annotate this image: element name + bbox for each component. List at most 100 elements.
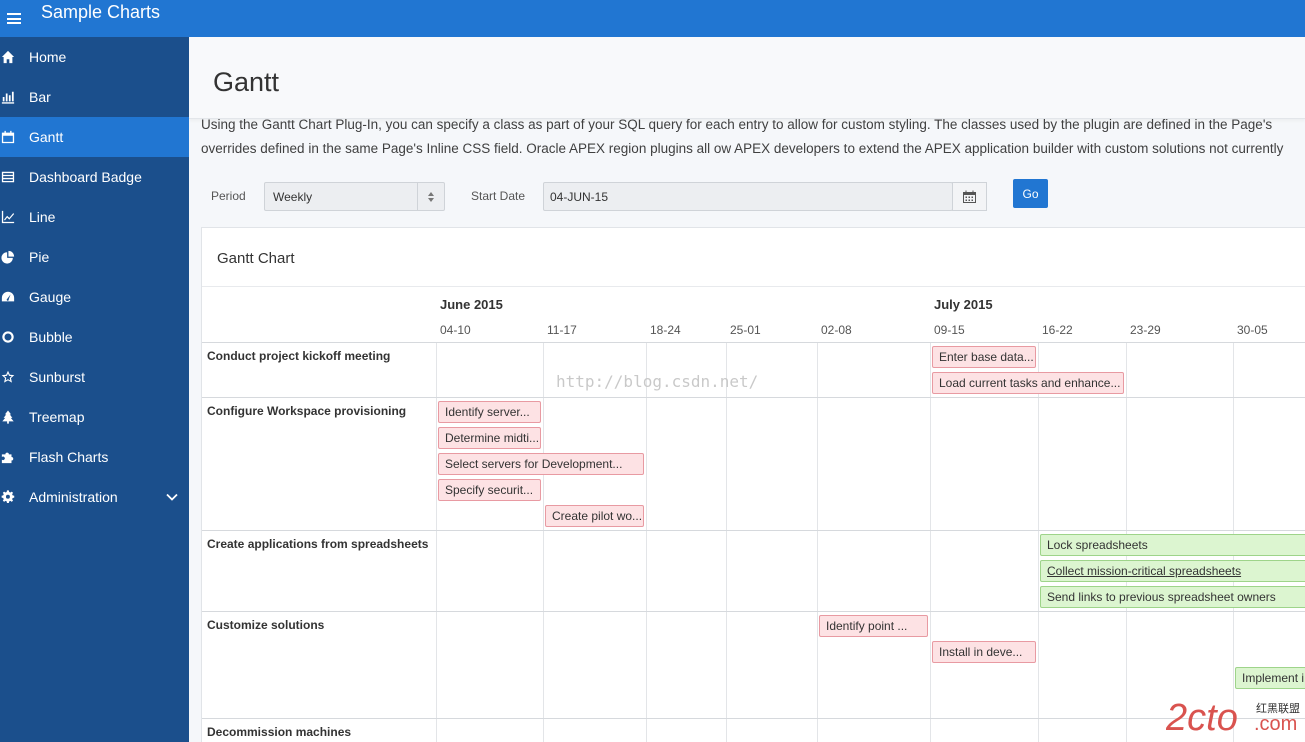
month-header: June 2015: [440, 297, 503, 312]
description-line: overrides defined in the same Page's Inl…: [201, 141, 1284, 156]
gantt-chart: June 2015 July 2015 04-10 11-17 18-24 25…: [202, 287, 1305, 742]
page-description: Using the Gantt Chart Plug-In, you can s…: [201, 113, 1305, 161]
gauge-icon: [0, 289, 16, 305]
row-separator: [202, 611, 1305, 612]
grid-line: [930, 342, 931, 742]
week-header: 11-17: [547, 323, 577, 337]
start-date-input[interactable]: 04-JUN-15: [543, 182, 953, 211]
sidebar-item-bar[interactable]: Bar: [0, 77, 189, 117]
app-title[interactable]: Sample Charts: [41, 2, 160, 23]
home-icon: [0, 49, 16, 65]
chevron-down-icon[interactable]: [165, 490, 179, 504]
sidebar-item-sunburst[interactable]: Sunburst: [0, 357, 189, 397]
week-header: 16-22: [1042, 323, 1073, 337]
sidebar-item-label: Dashboard Badge: [29, 169, 142, 185]
sidebar-item-label: Sunburst: [29, 369, 86, 385]
task-bar[interactable]: Select servers for Development...: [438, 453, 644, 475]
sidebar-item-label: Gantt: [29, 129, 64, 145]
row-separator: [202, 718, 1305, 719]
row-label: Configure Workspace provisioning: [207, 404, 407, 418]
sidebar-item-label: Treemap: [29, 409, 85, 425]
task-bar[interactable]: Identify server...: [438, 401, 541, 423]
row-label: Conduct project kickoff meeting: [207, 349, 391, 363]
week-header: 30-05: [1237, 323, 1268, 337]
sidebar-item-bubble[interactable]: Bubble: [0, 317, 189, 357]
week-header: 09-15: [934, 323, 965, 337]
sidebar-item-gauge[interactable]: Gauge: [0, 277, 189, 317]
row-separator: [202, 342, 1305, 343]
tree-icon: [0, 409, 16, 425]
go-button[interactable]: Go: [1013, 179, 1048, 208]
week-header: 25-01: [730, 323, 761, 337]
sidebar-item-gantt[interactable]: Gantt: [0, 117, 189, 157]
task-bar[interactable]: Install in deve...: [932, 641, 1036, 663]
start-date-label: Start Date: [471, 189, 526, 203]
period-value: Weekly: [273, 190, 313, 204]
region-title: Gantt Chart: [217, 250, 295, 267]
task-bar[interactable]: Identify point ...: [819, 615, 928, 637]
sidebar-item-label: Pie: [29, 249, 50, 265]
filter-bar: Period Weekly Start Date 04-JUN-15 Go: [189, 179, 1305, 213]
task-bar[interactable]: Collect mission-critical spreadsheets: [1040, 560, 1305, 582]
calendar-icon: [0, 129, 16, 145]
sidebar-item-dashboard-badge[interactable]: Dashboard Badge: [0, 157, 189, 197]
sidebar-item-pie[interactable]: Pie: [0, 237, 189, 277]
logo-suffix: .com: [1254, 713, 1297, 735]
page-title: Gantt: [213, 67, 280, 97]
sidebar-item-label: Home: [29, 49, 67, 65]
task-bar[interactable]: Load current tasks and enhance...: [932, 372, 1124, 394]
sidebar-item-administration[interactable]: Administration: [0, 477, 189, 517]
task-bar[interactable]: Send links to previous spreadsheet owner…: [1040, 586, 1305, 608]
sidebar-item-line[interactable]: Line: [0, 197, 189, 237]
task-bar[interactable]: Implement i: [1235, 667, 1305, 689]
updown-arrow-icon: [417, 183, 444, 210]
calendar-icon: [963, 190, 976, 203]
sidebar-item-label: Line: [29, 209, 56, 225]
grid-line: [646, 342, 647, 742]
week-header: 18-24: [650, 323, 681, 337]
page-header: Gantt: [189, 37, 1305, 119]
date-picker-button[interactable]: [952, 182, 987, 211]
top-bar: Sample Charts: [0, 0, 1305, 37]
gear-icon: [0, 489, 16, 505]
task-bar[interactable]: Lock spreadsheets: [1040, 534, 1305, 556]
sidebar-item-home[interactable]: Home: [0, 37, 189, 77]
logo-cn: 红黑联盟: [1256, 702, 1300, 715]
watermark-url: http://blog.csdn.net/: [556, 372, 759, 391]
bar-chart-icon: [0, 89, 16, 105]
period-select[interactable]: Weekly: [264, 182, 445, 211]
period-label: Period: [211, 189, 246, 203]
task-bar[interactable]: Create pilot wo...: [545, 505, 644, 527]
watermark-logo: 2cto .com 红黑联盟: [1165, 696, 1304, 742]
month-header: July 2015: [934, 297, 993, 312]
sidebar-item-label: Bar: [29, 89, 51, 105]
grid-line: [436, 342, 437, 742]
week-header: 23-29: [1130, 323, 1161, 337]
puzzle-icon: [0, 449, 16, 465]
sidebar-item-label: Gauge: [29, 289, 72, 305]
task-bar[interactable]: Enter base data...: [932, 346, 1036, 368]
line-chart-icon: [0, 209, 16, 225]
sidebar-item-label: Bubble: [29, 329, 73, 345]
circle-icon: [0, 329, 16, 345]
grid-line: [543, 342, 544, 742]
menu-icon[interactable]: [7, 13, 21, 24]
row-label: Create applications from spreadsheets: [207, 537, 429, 551]
sidebar: Home Bar Gantt Dashboard Badge Line Pie …: [0, 37, 189, 742]
pie-chart-icon: [0, 249, 16, 265]
gantt-chart-region: Gantt Chart June 2015 July 2015 04-10 11…: [201, 227, 1305, 742]
sidebar-item-label: Flash Charts: [29, 449, 109, 465]
task-bar[interactable]: Determine midti...: [438, 427, 541, 449]
sidebar-item-treemap[interactable]: Treemap: [0, 397, 189, 437]
week-header: 04-10: [440, 323, 471, 337]
sidebar-item-flash-charts[interactable]: Flash Charts: [0, 437, 189, 477]
list-icon: [0, 169, 16, 185]
row-label: Customize solutions: [207, 618, 325, 632]
task-bar[interactable]: Specify securit...: [438, 479, 541, 501]
sidebar-item-label: Administration: [29, 489, 118, 505]
logo-text: 2cto: [1166, 697, 1238, 738]
row-separator: [202, 397, 1305, 398]
grid-line: [1038, 342, 1039, 742]
star-icon: [0, 369, 16, 385]
grid-line: [817, 342, 818, 742]
